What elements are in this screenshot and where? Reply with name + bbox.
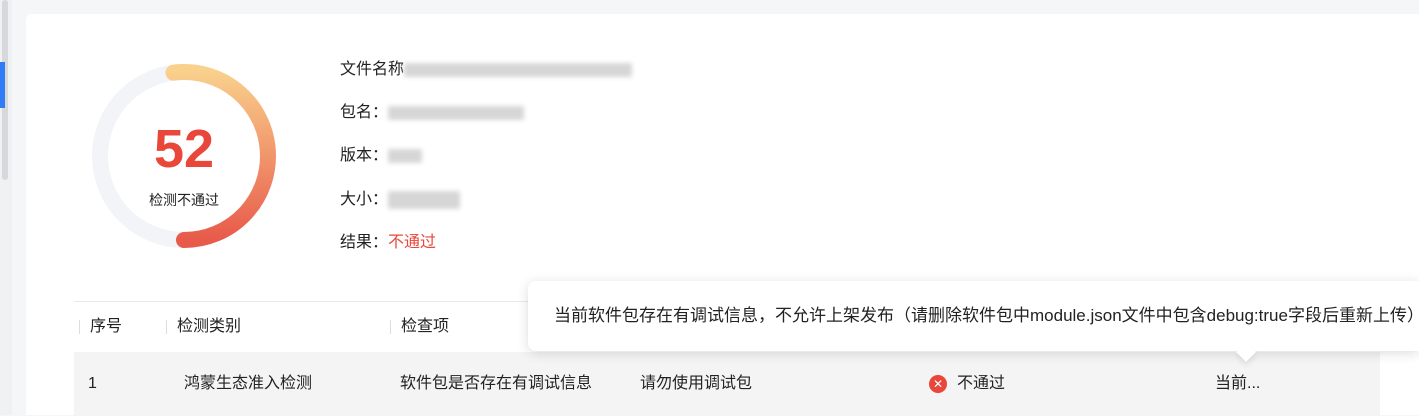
version-label: 版本： [340,147,389,164]
fail-x-icon: ✕ [929,374,947,393]
info-size: 大小： [340,189,461,211]
tooltip-text: 当前软件包存在有调试信息，不允许上架发布（请删除软件包中module.json文… [554,306,1419,325]
row-check-item: 软件包是否存在有调试信息 [400,375,593,392]
info-package: 包名： [340,102,525,124]
row-suggestion: 请勿使用调试包 [640,375,753,392]
redacted-package-name [388,105,525,120]
redacted-version [388,148,423,163]
row-index: 1 [88,375,97,392]
column-separator [390,319,391,334]
result-label: 结果： [340,234,389,251]
row-status-text: 不通过 [957,375,1006,392]
row-detail-link[interactable]: 当前... [1215,352,1260,416]
redacted-file-name [404,62,633,77]
table-row[interactable]: 1 鸿蒙生态准入检测 软件包是否存在有调试信息 请勿使用调试包 ✕ 不通过 当前.… [74,352,1380,416]
info-version: 版本： [340,145,423,167]
column-separator [79,319,80,334]
score-gauge: 52 检测不通过 [88,60,280,252]
redacted-size [388,190,461,209]
result-value: 不通过 [388,234,437,251]
column-header-index: 序号 [79,302,122,352]
info-file-name: 文件名称 [340,59,633,81]
package-label: 包名： [340,104,389,121]
size-label: 大小： [340,191,389,208]
row-category: 鸿蒙生态准入检测 [184,375,313,392]
score-status-label: 检测不通过 [149,192,219,208]
active-nav-indicator [0,62,5,108]
column-header-check-item: 检查项 [390,302,449,352]
info-result: 结果：不通过 [340,232,436,254]
file-name-label: 文件名称 [340,61,405,78]
column-header-category: 检测类别 [166,302,241,352]
column-separator [166,319,167,334]
row-status: ✕ 不通过 [929,352,1005,416]
left-nav-strip [0,0,12,415]
detail-tooltip: 当前软件包存在有调试信息，不允许上架发布（请删除软件包中module.json文… [528,281,1419,351]
score-value: 52 [153,119,215,179]
